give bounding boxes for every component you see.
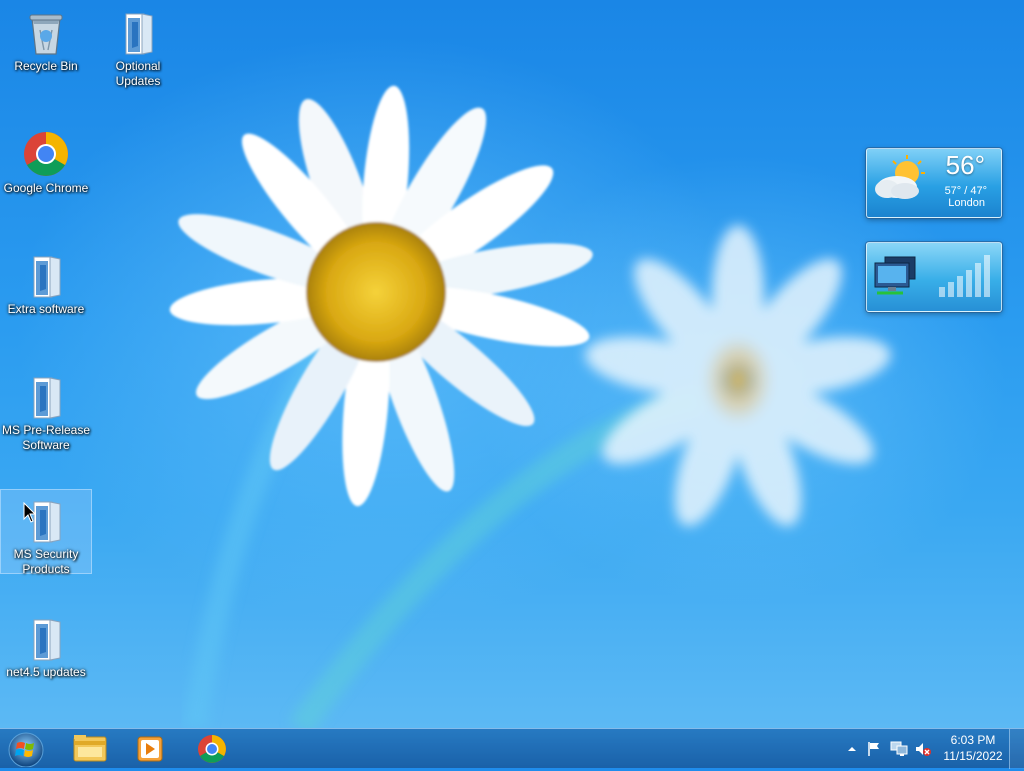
weather-high-low: 57° / 47° [944, 185, 987, 197]
network-monitor-icon [873, 255, 919, 299]
desktop-wallpaper [0, 0, 1024, 728]
taskbar-chrome[interactable] [184, 731, 240, 767]
weather-gadget[interactable]: 56° 57° / 47° London [866, 148, 1002, 218]
recycle-bin-icon [22, 8, 70, 56]
show-desktop-button[interactable] [1009, 729, 1024, 769]
volume-muted-icon[interactable] [914, 741, 931, 757]
file-explorer-icon [73, 735, 107, 762]
folder-icon [22, 496, 70, 544]
extra-software-folder[interactable]: Extra software [0, 245, 92, 317]
ms-pre-release-software-folder[interactable]: MS Pre-Release Software [0, 366, 92, 453]
taskbar-clock[interactable]: 6:03 PM 11/15/2022 [938, 732, 1008, 764]
icon-label: Recycle Bin [14, 59, 78, 73]
icon-label: Google Chrome [3, 181, 89, 195]
folder-icon [22, 251, 70, 299]
clock-time: 6:03 PM [950, 733, 996, 747]
weather-city: London [948, 197, 985, 209]
net45-updates-folder[interactable]: net4.5 updates [0, 608, 92, 680]
media-player-icon [137, 736, 163, 762]
optional-updates-folder[interactable]: Optional Updates [92, 2, 184, 89]
clock-date: 11/15/2022 [943, 749, 1003, 763]
google-chrome-shortcut[interactable]: Google Chrome [0, 124, 92, 196]
network-icon[interactable] [890, 741, 908, 757]
folder-icon [114, 8, 162, 56]
start-button[interactable] [4, 731, 48, 768]
chrome-icon [22, 130, 70, 178]
recycle-bin-shortcut[interactable]: Recycle Bin [0, 2, 92, 74]
ms-security-products-folder[interactable]: MS Security Products [0, 489, 92, 576]
icon-label: net4.5 updates [6, 665, 86, 679]
network-meter-gadget[interactable] [866, 242, 1002, 312]
icon-label: Extra software [7, 302, 85, 316]
taskbar-file-explorer[interactable] [62, 731, 118, 767]
folder-icon [22, 614, 70, 662]
icon-label: MS Security Products [13, 547, 79, 576]
show-hidden-icons-icon[interactable] [844, 741, 860, 757]
weather-temperature: 56° [945, 150, 985, 180]
folder-icon [22, 372, 70, 420]
partly-cloudy-icon [873, 155, 933, 209]
action-center-flag-icon[interactable] [866, 741, 882, 757]
taskbar-media-player[interactable] [122, 731, 178, 767]
icon-label: Optional Updates [115, 59, 161, 88]
icon-label: MS Pre-Release Software [1, 423, 91, 452]
taskbar: 6:03 PM 11/15/2022 [0, 728, 1024, 769]
signal-bars-icon [937, 249, 997, 303]
windows-logo-icon [8, 732, 44, 768]
chrome-icon [198, 735, 226, 763]
